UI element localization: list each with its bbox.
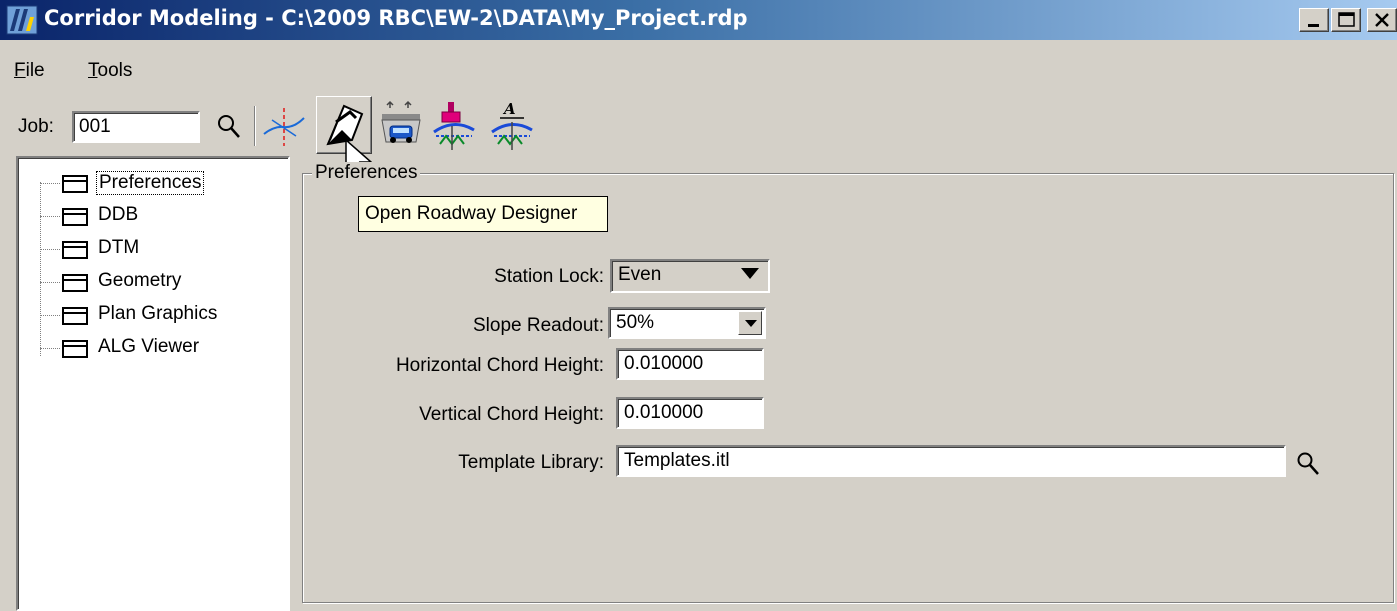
navigation-tree[interactable]: Preferences DDB DTM Geometry Plan Graphi… <box>16 156 290 611</box>
job-input[interactable]: 001 <box>72 111 200 143</box>
window-icon <box>62 340 88 358</box>
menu-tools[interactable]: Tools <box>88 60 132 82</box>
tree-item-label: Geometry <box>98 270 182 291</box>
job-label: Job: <box>18 116 54 137</box>
close-button[interactable] <box>1367 8 1397 32</box>
slope-readout-label: Slope Readout: <box>473 315 604 336</box>
tree-item-label: Plan Graphics <box>98 303 218 324</box>
vertical-chord-input[interactable]: 0.010000 <box>616 397 764 429</box>
template-library-label: Template Library: <box>458 452 604 473</box>
alignment-axis-icon[interactable] <box>262 106 306 148</box>
preferences-group-title: Preferences <box>312 162 421 184</box>
window-icon <box>62 208 88 226</box>
search-icon[interactable] <box>214 112 244 142</box>
slope-readout-select[interactable]: 50% <box>608 307 766 339</box>
close-icon <box>1375 13 1389 27</box>
chevron-down-icon <box>738 263 762 287</box>
template-annotation-icon[interactable]: A <box>490 100 536 152</box>
tree-item-label: Preferences <box>96 171 205 195</box>
tree-item-label: ALG Viewer <box>98 336 200 357</box>
tree-item-preferences[interactable]: Preferences <box>40 168 290 198</box>
tree-item-geometry[interactable]: Geometry <box>40 267 290 297</box>
horizontal-chord-label: Horizontal Chord Height: <box>395 355 604 376</box>
menu-file[interactable]: File <box>14 60 45 82</box>
horizontal-chord-input[interactable]: 0.010000 <box>616 348 764 380</box>
search-icon[interactable] <box>1294 450 1322 478</box>
title-bar: Corridor Modeling - C:\2009 RBC\EW-2\DAT… <box>0 0 1397 40</box>
template-station-icon[interactable] <box>432 100 478 152</box>
station-lock-select[interactable]: Even <box>610 259 770 293</box>
maximize-button[interactable] <box>1331 8 1361 32</box>
toolbar-separator <box>254 106 256 146</box>
menu-bar: File Tools <box>0 58 1397 86</box>
tree-item-label: DDB <box>98 204 139 225</box>
svg-text:A: A <box>502 100 516 118</box>
corridor-vehicle-icon[interactable] <box>378 100 424 150</box>
template-library-input[interactable]: Templates.itl <box>616 445 1286 477</box>
tree-item-label: DTM <box>98 237 140 258</box>
window-icon <box>62 175 88 193</box>
minimize-icon <box>1308 24 1319 27</box>
station-lock-label: Station Lock: <box>494 266 604 287</box>
tree-item-dtm[interactable]: DTM <box>40 234 290 264</box>
window-icon <box>62 274 88 292</box>
slope-readout-value: 50% <box>616 312 655 333</box>
window-icon <box>62 307 88 325</box>
window-title: Corridor Modeling - C:\2009 RBC\EW-2\DAT… <box>44 6 748 30</box>
chevron-down-icon <box>738 311 762 335</box>
minimize-button[interactable] <box>1299 8 1329 32</box>
preferences-group <box>302 173 1394 603</box>
window-icon <box>62 241 88 259</box>
tree-item-plan-graphics[interactable]: Plan Graphics <box>40 300 290 330</box>
tree-item-alg-viewer[interactable]: ALG Viewer <box>40 333 290 363</box>
station-lock-value: Even <box>618 264 662 285</box>
tree-item-ddb[interactable]: DDB <box>40 201 290 231</box>
vertical-chord-label: Vertical Chord Height: <box>419 404 604 425</box>
tooltip: Open Roadway Designer <box>358 196 608 232</box>
maximize-icon <box>1338 12 1355 27</box>
app-icon <box>6 5 38 35</box>
